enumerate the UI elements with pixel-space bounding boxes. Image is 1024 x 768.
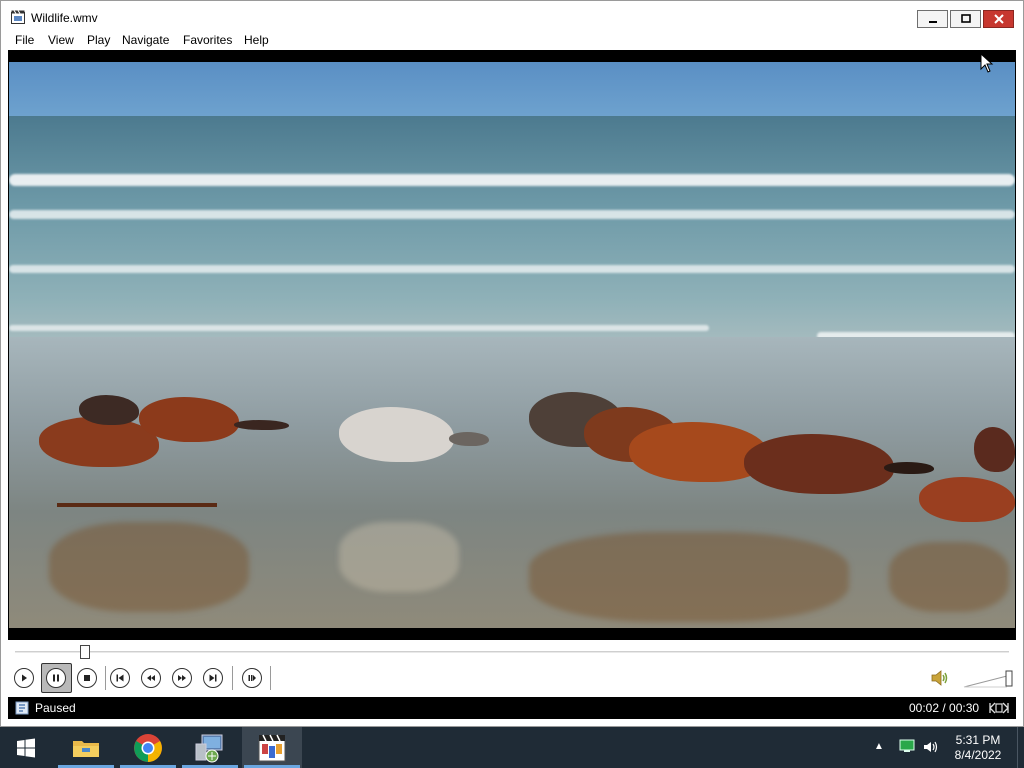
app-icon bbox=[11, 10, 25, 24]
previous-button[interactable] bbox=[110, 668, 130, 688]
separator bbox=[105, 666, 106, 690]
horse-tail bbox=[449, 432, 489, 446]
play-icon bbox=[22, 674, 27, 682]
system-clock[interactable]: 5:31 PM 8/4/2022 bbox=[952, 733, 1004, 763]
minimize-button[interactable] bbox=[917, 10, 948, 28]
window-title: Wildlife.wmv bbox=[31, 11, 98, 25]
rewind-button[interactable] bbox=[141, 668, 161, 688]
stop-button[interactable] bbox=[77, 668, 97, 688]
menu-favorites[interactable]: Favorites bbox=[183, 33, 232, 47]
menu-help[interactable]: Help bbox=[244, 33, 269, 47]
horse-reflection bbox=[529, 532, 849, 622]
chrome-icon bbox=[134, 733, 162, 762]
horse-tail bbox=[234, 420, 289, 430]
taskbar-file-explorer[interactable] bbox=[56, 727, 116, 768]
menu-bar: File View Play Navigate Favorites Help bbox=[1, 31, 1023, 51]
start-button[interactable] bbox=[0, 727, 52, 768]
network-status-icon[interactable] bbox=[899, 739, 915, 753]
seek-thumb[interactable] bbox=[79, 645, 90, 659]
menu-navigate[interactable]: Navigate bbox=[122, 33, 169, 47]
horse bbox=[79, 395, 139, 425]
seek-track[interactable] bbox=[15, 651, 1009, 653]
playback-status: Paused bbox=[35, 701, 76, 715]
separator bbox=[270, 666, 271, 690]
folder-icon bbox=[73, 740, 99, 757]
pause-icon bbox=[53, 674, 59, 682]
skip-next-icon bbox=[209, 674, 217, 682]
horse-reflection bbox=[339, 522, 459, 592]
taskbar-media-player[interactable] bbox=[242, 727, 302, 768]
maximize-button[interactable] bbox=[950, 10, 981, 28]
taskbar-chrome[interactable] bbox=[118, 727, 178, 768]
video-sky bbox=[9, 62, 1015, 120]
volume-slider[interactable] bbox=[963, 670, 1013, 688]
seek-bar-area bbox=[8, 640, 1016, 664]
taskbar-network-app[interactable] bbox=[180, 727, 240, 768]
menu-play[interactable]: Play bbox=[87, 33, 110, 47]
menu-view[interactable]: View bbox=[48, 33, 74, 47]
speaker-icon[interactable] bbox=[930, 669, 950, 687]
playback-time: 00:02 / 00:30 bbox=[909, 701, 980, 715]
clock-time: 5:31 PM bbox=[955, 733, 1001, 747]
close-button[interactable] bbox=[983, 10, 1014, 28]
frame-step-icon bbox=[248, 675, 256, 681]
frame-step-button[interactable] bbox=[242, 668, 262, 688]
stop-icon bbox=[84, 675, 90, 681]
horse-tail bbox=[884, 462, 934, 474]
show-desktop-button[interactable] bbox=[1017, 727, 1024, 768]
separator bbox=[232, 666, 233, 690]
wave bbox=[9, 210, 1015, 219]
video-sea bbox=[9, 116, 1015, 346]
mouse-cursor-icon bbox=[980, 53, 994, 73]
frame-stats-icon[interactable] bbox=[988, 700, 1010, 716]
menu-file[interactable]: File bbox=[15, 33, 34, 47]
taskbar: ▲ 5:31 PM 8/4/2022 bbox=[0, 727, 1024, 768]
volume-thumb[interactable] bbox=[1005, 670, 1013, 687]
media-player-icon bbox=[258, 734, 286, 761]
horse-legs bbox=[57, 462, 217, 507]
tray-chevron-up-icon[interactable]: ▲ bbox=[874, 741, 884, 752]
network-computer-icon bbox=[195, 734, 223, 762]
status-bar: Paused 00:02 / 00:30 bbox=[8, 697, 1016, 719]
video-frame bbox=[9, 62, 1015, 628]
volume-tray-icon[interactable] bbox=[923, 740, 939, 754]
pause-button[interactable] bbox=[46, 668, 66, 688]
fast-forward-icon bbox=[178, 675, 186, 681]
fast-forward-button[interactable] bbox=[172, 668, 192, 688]
minimize-icon bbox=[928, 21, 937, 23]
media-file-icon bbox=[15, 701, 29, 715]
wave bbox=[9, 325, 709, 331]
rewind-icon bbox=[147, 675, 155, 681]
clock-date: 8/4/2022 bbox=[954, 748, 1002, 762]
next-button[interactable] bbox=[203, 668, 223, 688]
play-button[interactable] bbox=[14, 668, 34, 688]
horse-reflection bbox=[49, 522, 249, 612]
skip-previous-icon bbox=[116, 674, 124, 682]
video-display[interactable] bbox=[8, 50, 1016, 640]
wave bbox=[9, 265, 1015, 273]
close-icon bbox=[993, 14, 1004, 24]
maximize-icon bbox=[960, 14, 971, 23]
windows-logo-icon bbox=[17, 738, 35, 757]
title-bar[interactable]: Wildlife.wmv bbox=[1, 1, 1023, 31]
horse-reflection bbox=[889, 542, 1009, 612]
playback-controls bbox=[8, 662, 1016, 696]
wave bbox=[9, 174, 1015, 186]
